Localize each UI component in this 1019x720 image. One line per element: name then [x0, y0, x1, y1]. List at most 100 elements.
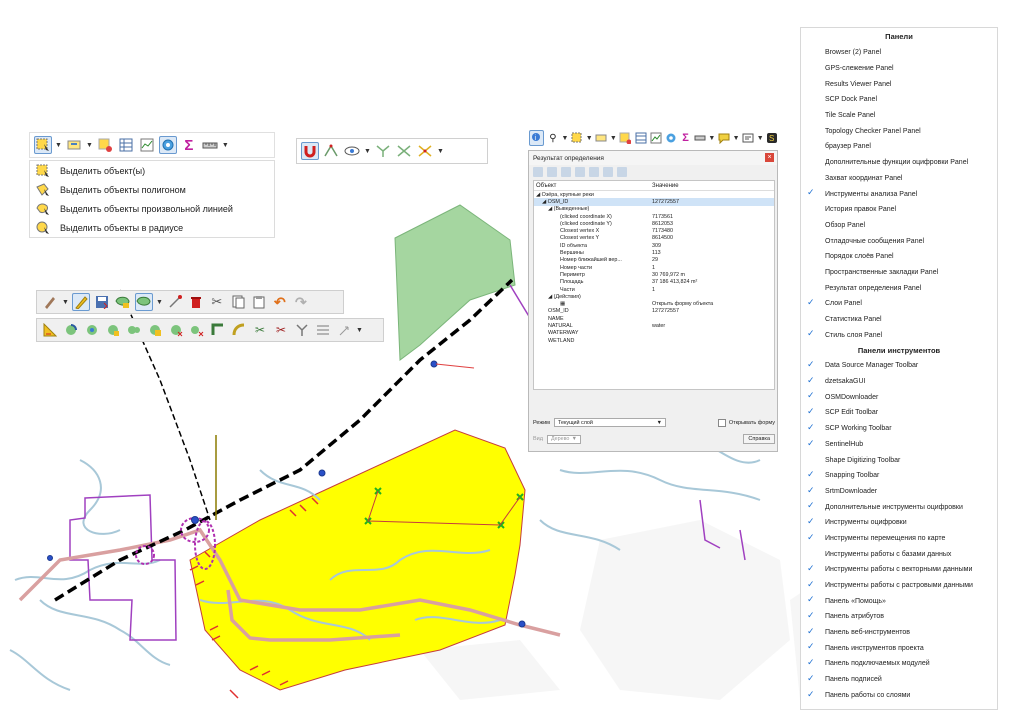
undo-button[interactable]: ↶ [271, 293, 289, 311]
attribute-table-button-small[interactable] [634, 130, 647, 146]
toolbar-menu-item[interactable]: ✓ SrtmDownloader [801, 484, 997, 500]
toolbar-menu-item[interactable]: ✓ OSMDownloader [801, 389, 997, 405]
tree-row[interactable]: Периметр 30 769,972 m [534, 271, 774, 278]
tree-row[interactable]: Номер ближайшей вер... 29 [534, 257, 774, 264]
toolbar-menu-item[interactable]: ✓ Дополнительные инструменты оцифровки [801, 499, 997, 515]
panel-menu-item[interactable]: Порядок слоёв Panel [801, 249, 997, 265]
chevron-down-icon[interactable]: ▼ [62, 299, 69, 306]
split-features-button[interactable]: ✂ [251, 321, 269, 339]
panel-menu-item[interactable]: Отладочные сообщения Panel [801, 233, 997, 249]
redo-button[interactable]: ↷ [292, 293, 310, 311]
paste-features-button[interactable] [250, 293, 268, 311]
toolbar-menu-item[interactable]: ✓ dzetsakaGUI [801, 374, 997, 390]
mode-select[interactable]: Текущий слой ▼ [553, 418, 666, 427]
merge-attributes-button[interactable] [314, 321, 332, 339]
panel-menu-item[interactable]: ✓ Слои Panel [801, 296, 997, 312]
add-feature-button[interactable] [134, 293, 153, 311]
toolbar-menu-item[interactable]: ✓ SCP Working Toolbar [801, 421, 997, 437]
panel-menu-item[interactable]: Захват координат Panel [801, 171, 997, 187]
toolbar-menu-item[interactable]: ✓ Панель «Помощь» [801, 593, 997, 609]
menu-item-select-freehand[interactable]: Выделить объекты произвольной линией [30, 199, 274, 218]
snap-cross-button[interactable] [395, 142, 413, 160]
chevron-down-icon[interactable]: ▼ [356, 327, 363, 334]
toolbar-menu-item[interactable]: ✓ Панель инструментов проекта [801, 640, 997, 656]
settings-icon[interactable] [603, 167, 613, 177]
chevron-down-icon[interactable]: ▼ [562, 135, 569, 142]
chevron-down-icon[interactable]: ▼ [55, 142, 62, 149]
toolbar-menu-item[interactable]: ✓ Инструменты перемещения по карте [801, 531, 997, 547]
toggle-editing-button[interactable] [71, 293, 90, 311]
split-parts-button[interactable]: ✂ [272, 321, 290, 339]
snapping-config-button[interactable] [322, 142, 340, 160]
sum-button-small[interactable]: Σ [680, 130, 691, 146]
toolbar-menu-item[interactable]: ✓ Панель подключаемых модулей [801, 656, 997, 672]
toolbar-menu-item[interactable]: ✓ Панель атрибутов [801, 609, 997, 625]
toolbar-menu-item[interactable]: ✓ Панель веб-инструментов [801, 625, 997, 641]
chevron-down-icon[interactable]: ▼ [364, 148, 371, 155]
panel-menu-item[interactable]: Tile Scale Panel [801, 108, 997, 124]
text-annotation-button[interactable] [742, 130, 755, 146]
tree-row[interactable]: ID объекта 309 [534, 242, 774, 249]
expand-tree-icon[interactable] [533, 167, 543, 177]
toolbar-menu-item[interactable]: ✓ SentinelHub [801, 437, 997, 453]
panel-menu-item[interactable]: Результат определения Panel [801, 280, 997, 296]
tree-row[interactable]: (clicked coordinate X) 7173561 [534, 213, 774, 220]
toolbar-menu-item[interactable]: Инструменты работы с базами данных [801, 546, 997, 562]
print-icon[interactable] [617, 167, 627, 177]
sum-button[interactable]: Σ [180, 136, 198, 154]
panel-menu-item[interactable]: SCP Dock Panel [801, 92, 997, 108]
collapse-tree-icon[interactable] [547, 167, 557, 177]
toolbar-menu-item[interactable]: ✓ Snapping Toolbar [801, 468, 997, 484]
field-calculator-button-small[interactable] [665, 130, 678, 146]
deselect-button[interactable] [96, 136, 114, 154]
rotate-label-button[interactable] [335, 321, 353, 339]
chevron-down-icon[interactable]: ▼ [156, 299, 163, 306]
panel-menu-item[interactable]: История правок Panel [801, 202, 997, 218]
copy-feature-icon[interactable] [589, 167, 599, 177]
toolbar-menu-item[interactable]: ✓ Инструменты оцифровки [801, 515, 997, 531]
panel-menu-item[interactable]: Browser (2) Panel [801, 45, 997, 61]
toolbar-menu-item[interactable]: ✓ Инструменты работы с векторными данными [801, 562, 997, 578]
toolbar-menu-item[interactable]: ✓ Панель подписей [801, 672, 997, 688]
panel-menu-item[interactable]: браузер Panel [801, 139, 997, 155]
panel-menu-item[interactable]: Results Viewer Panel [801, 76, 997, 92]
tree-row[interactable]: OSM_ID 127272557 [534, 308, 774, 315]
select-value-button-small[interactable] [595, 130, 608, 146]
tree-row[interactable]: Вершины 113 [534, 249, 774, 256]
statistics-button[interactable] [138, 136, 156, 154]
clear-results-icon[interactable] [575, 167, 585, 177]
view-select[interactable]: Дерево ▼ [546, 434, 581, 444]
panel-menu-item[interactable]: Пространственные закладки Panel [801, 265, 997, 281]
toolbar-menu-item[interactable]: ✓ Инструменты работы с растровыми данными [801, 578, 997, 594]
tree-row[interactable]: Площадь 37 186 413,824 m² [534, 279, 774, 286]
chevron-down-icon[interactable]: ▼ [586, 135, 593, 142]
tracing-button[interactable] [416, 142, 434, 160]
delete-ring-button[interactable] [167, 321, 185, 339]
tree-row[interactable]: Части 1 [534, 286, 774, 293]
chevron-down-icon[interactable]: ▼ [222, 142, 229, 149]
tree-row[interactable]: Номер части 1 [534, 264, 774, 271]
snap-intersection-button[interactable] [374, 142, 392, 160]
tree-row[interactable]: ▦ Открыть форму объекта [534, 300, 774, 307]
chevron-down-icon[interactable]: ▼ [757, 135, 764, 142]
help-button[interactable]: Справка [743, 434, 775, 444]
offset-curve-button[interactable] [230, 321, 248, 339]
fill-ring-button[interactable] [146, 321, 164, 339]
rotate-feature-button[interactable] [62, 321, 80, 339]
menu-item-select-radius[interactable]: Выделить объекты в радиусе [30, 218, 274, 237]
map-tips-button[interactable] [717, 130, 730, 146]
toolbar-menu-item[interactable]: Shape Digitizing Toolbar [801, 452, 997, 468]
tree-row[interactable]: ◢ (Действия) [534, 293, 774, 300]
zoom-actions-button[interactable]: ⚲ [546, 130, 559, 146]
tree-row[interactable]: (clicked coordinate Y) 8612053 [534, 220, 774, 227]
reshape-button[interactable] [209, 321, 227, 339]
toolbar-menu-item[interactable]: ✓ Data Source Manager Toolbar [801, 358, 997, 374]
tree-row[interactable]: ◢ (Выведенные) [534, 206, 774, 213]
tree-row[interactable]: ◢ OSM_ID 127272557 [534, 198, 774, 206]
chevron-down-icon[interactable]: ▼ [86, 142, 93, 149]
chevron-down-icon[interactable]: ▼ [610, 135, 617, 142]
menu-item-select-polygon[interactable]: Выделить объекты полигоном [30, 180, 274, 199]
deselect-button-small[interactable] [619, 130, 632, 146]
attribute-table-button[interactable] [117, 136, 135, 154]
measure-button-small[interactable] [693, 130, 706, 146]
